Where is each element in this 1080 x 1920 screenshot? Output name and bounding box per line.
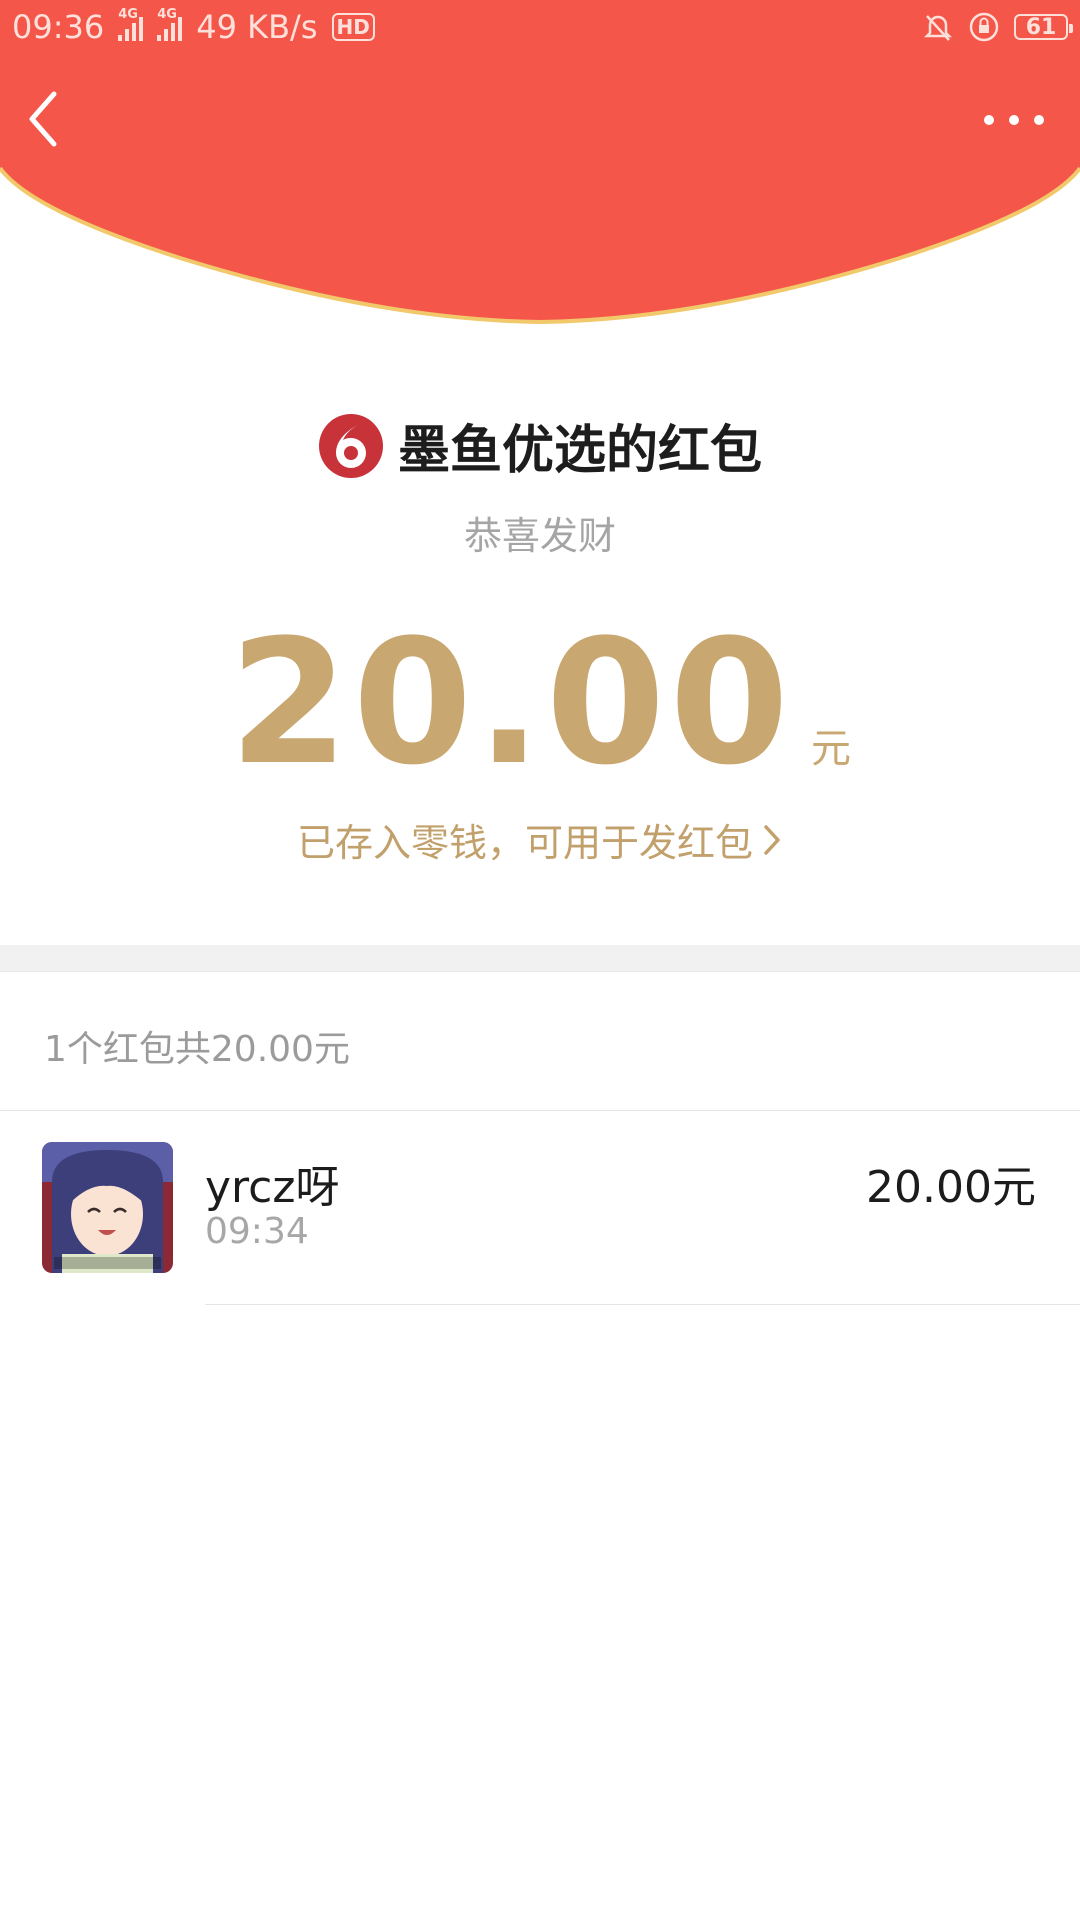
status-bar: 09:36 4G 4G 49 KB/s HD 61 [0, 0, 1080, 54]
recipient-name: yrcz呀 [205, 1162, 340, 1213]
recipient-amount: 20.00元 [866, 1162, 1036, 1213]
status-time: 09:36 [12, 8, 105, 46]
more-options-button[interactable] [984, 100, 1044, 140]
section-divider [0, 945, 1080, 972]
hd-voice-icon: HD [331, 13, 375, 41]
amount-unit: 元 [811, 726, 852, 772]
packet-summary: 1个红包共20.00元 [44, 1029, 350, 1070]
more-dot-icon [984, 115, 994, 125]
receive-time: 09:34 [205, 1211, 309, 1252]
mute-bell-icon [923, 15, 953, 41]
more-dot-icon [1009, 115, 1019, 125]
amount-row: 20.00 元 [0, 602, 1080, 803]
wallet-link-label: 已存入零钱，可用于发红包 [296, 821, 753, 865]
received-amount: 20.00 [228, 602, 794, 803]
more-dot-icon [1034, 115, 1044, 125]
back-button[interactable] [24, 86, 84, 152]
avatar [42, 1142, 173, 1273]
avatar-image [42, 1142, 173, 1273]
blessing-text: 恭喜发财 [463, 514, 616, 558]
chevron-right-icon [764, 824, 780, 855]
wallet-link[interactable]: 已存入零钱，可用于发红包 [0, 812, 1080, 867]
packet-title-row: 墨鱼优选的红包 [0, 408, 1080, 483]
signal-icon: 4G [118, 7, 144, 41]
divider-line [205, 1304, 1080, 1305]
chevron-left-icon [29, 91, 57, 147]
list-item[interactable]: yrcz呀 09:34 20.00元 [0, 1111, 1080, 1305]
battery-level: 61 [1025, 14, 1057, 40]
network-speed: 49 KB/s [196, 8, 318, 46]
signal-icon-2: 4G [157, 7, 183, 41]
battery-icon: 61 [1014, 14, 1073, 40]
rotation-lock-icon [969, 12, 999, 42]
packet-title: 墨鱼优选的红包 [397, 421, 762, 481]
brand-logo-icon [318, 413, 383, 478]
